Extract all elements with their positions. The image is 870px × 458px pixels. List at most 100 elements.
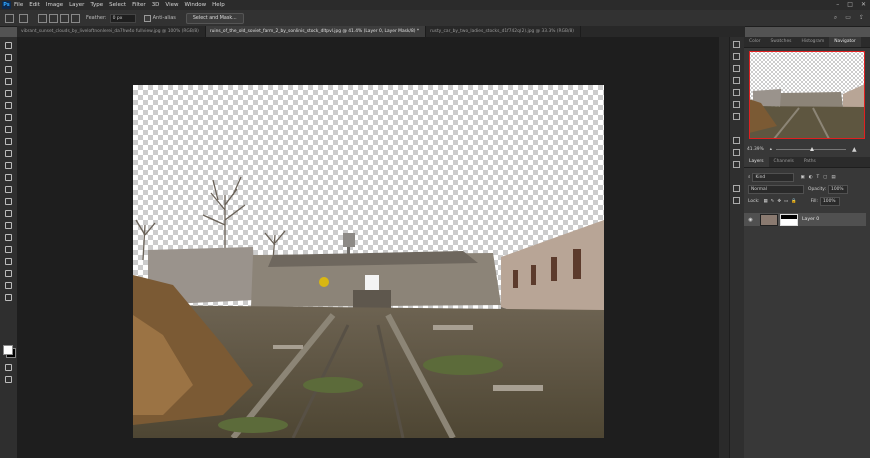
gradient-icon[interactable] <box>5 186 12 193</box>
navigator-preview[interactable] <box>749 51 865 139</box>
menu-view[interactable]: View <box>165 2 178 8</box>
tab-color[interactable]: Color <box>744 37 765 47</box>
tab-channels[interactable]: Channels <box>769 157 799 167</box>
shape-icon[interactable] <box>5 258 12 265</box>
filter-shape-icon[interactable]: ▢ <box>823 175 827 180</box>
tab-ruins[interactable]: ruins_of_the_old_soviet_farm_2_by_sonlin… <box>205 26 427 37</box>
more-icon[interactable] <box>5 294 12 301</box>
path-select-icon[interactable] <box>5 246 12 253</box>
adjust-icon[interactable] <box>733 65 740 72</box>
menu-3d[interactable]: 3D <box>152 2 160 8</box>
menu-type[interactable]: Type <box>90 2 103 8</box>
clone-source-icon[interactable] <box>733 89 740 96</box>
eraser-icon[interactable] <box>5 174 12 181</box>
eye-icon[interactable]: ◉ <box>747 217 754 223</box>
tab-histogram[interactable]: Histogram <box>796 37 829 47</box>
tab-layers[interactable]: Layers <box>744 157 769 167</box>
filter-type-icon[interactable]: T <box>816 175 819 180</box>
foreground-color-swatch[interactable] <box>3 345 13 355</box>
crop-icon[interactable] <box>5 90 12 97</box>
layer-row[interactable]: ◉ Layer 0 <box>744 213 866 226</box>
tab-rusty-car[interactable]: rusty_car_by_two_ladies_stocks_d1f742q(2… <box>426 26 581 37</box>
history-brush-icon[interactable] <box>5 162 12 169</box>
play-icon[interactable] <box>733 53 740 60</box>
kind-filter-select[interactable]: Kind <box>752 172 795 182</box>
close-button[interactable]: ✕ <box>861 1 866 8</box>
healing-icon[interactable] <box>5 126 12 133</box>
frame-icon[interactable] <box>5 102 12 109</box>
filter-adjust-icon[interactable]: ◐ <box>809 175 813 180</box>
quick-select-icon[interactable] <box>5 78 12 85</box>
document-workspace[interactable] <box>17 37 719 458</box>
menu-select[interactable]: Select <box>109 2 126 8</box>
swap-icon[interactable] <box>733 113 740 120</box>
home-icon[interactable] <box>5 13 14 23</box>
maximize-button[interactable]: □ <box>847 1 853 8</box>
zoom-out-icon[interactable]: ▴ <box>770 147 772 152</box>
subtract-selection-icon[interactable] <box>60 13 69 23</box>
pen-icon[interactable] <box>5 222 12 229</box>
feather-input[interactable]: 0 px <box>109 13 136 23</box>
search-icon[interactable]: ⌕ <box>834 14 837 22</box>
intersect-selection-icon[interactable] <box>71 13 80 23</box>
layer-mask-thumbnail[interactable] <box>780 213 798 226</box>
eyedropper-icon[interactable] <box>5 114 12 121</box>
menu-help[interactable]: Help <box>212 2 225 8</box>
menu-edit[interactable]: Edit <box>29 2 40 8</box>
history-icon[interactable] <box>733 41 740 48</box>
channels-icon[interactable] <box>733 197 740 204</box>
menu-filter[interactable]: Filter <box>132 2 146 8</box>
move-icon[interactable] <box>5 42 12 49</box>
share-icon[interactable]: ⇪ <box>859 14 864 22</box>
menu-file[interactable]: File <box>14 2 23 8</box>
layers-icon[interactable] <box>733 185 740 192</box>
zoom-slider-thumb[interactable] <box>809 146 814 151</box>
type-icon[interactable] <box>5 234 12 241</box>
marquee-icon[interactable] <box>5 54 12 61</box>
minimize-button[interactable]: – <box>836 1 839 8</box>
menu-window[interactable]: Window <box>184 2 206 8</box>
blend-mode-select[interactable]: Normal <box>748 184 804 194</box>
add-selection-icon[interactable] <box>49 13 58 23</box>
menu-layer[interactable]: Layer <box>69 2 84 8</box>
tab-navigator[interactable]: Navigator <box>829 37 861 47</box>
quick-mask-icon[interactable] <box>5 364 12 371</box>
screen-mode-icon[interactable] <box>5 376 12 383</box>
filter-pixel-icon[interactable]: ▣ <box>800 175 804 180</box>
brush-settings-icon[interactable] <box>733 77 740 84</box>
select-and-mask-button[interactable]: Select and Mask... <box>185 12 244 24</box>
color-wheel-icon[interactable] <box>733 137 740 144</box>
lasso-icon[interactable] <box>5 66 12 73</box>
lock-pixels-icon[interactable]: ▦ <box>764 199 768 204</box>
zoom-in-icon[interactable]: ▲ <box>852 146 857 153</box>
zoom-value[interactable]: 41.39% <box>747 147 764 152</box>
stamp-icon[interactable] <box>5 150 12 157</box>
tab-swatches[interactable]: Swatches <box>765 37 796 47</box>
lasso-preset-icon[interactable] <box>19 13 28 23</box>
antialias-checkbox[interactable] <box>143 14 151 22</box>
dodge-icon[interactable] <box>5 210 12 217</box>
properties-icon[interactable] <box>733 101 740 108</box>
zoom-slider[interactable] <box>775 146 846 151</box>
lock-artboard-icon[interactable]: ▭ <box>784 199 788 204</box>
menu-image[interactable]: Image <box>46 2 63 8</box>
navigator-view-box[interactable] <box>749 51 865 139</box>
brush-icon[interactable] <box>5 138 12 145</box>
filter-smart-icon[interactable]: ▤ <box>831 175 835 180</box>
opacity-input[interactable]: 100% <box>828 184 849 194</box>
libraries-icon[interactable] <box>733 149 740 156</box>
new-selection-icon[interactable] <box>38 13 47 23</box>
lock-all-icon[interactable]: 🔒 <box>791 199 796 204</box>
workspace-icon[interactable]: ▭ <box>845 14 851 22</box>
tab-paths[interactable]: Paths <box>799 157 821 167</box>
image-canvas[interactable] <box>133 85 604 438</box>
lock-paint-icon[interactable]: ✎ <box>771 199 775 204</box>
fill-input[interactable]: 100% <box>820 196 841 206</box>
adjustments-icon[interactable] <box>733 161 740 168</box>
lock-move-icon[interactable]: ✥ <box>777 199 781 204</box>
hand-icon[interactable] <box>5 270 12 277</box>
zoom-icon[interactable] <box>5 282 12 289</box>
tab-sunset[interactable]: vibrant_sunset_clouds_by_liveloftnonlere… <box>17 26 206 37</box>
blur-icon[interactable] <box>5 198 12 205</box>
vertical-scrollbar[interactable] <box>719 37 729 458</box>
